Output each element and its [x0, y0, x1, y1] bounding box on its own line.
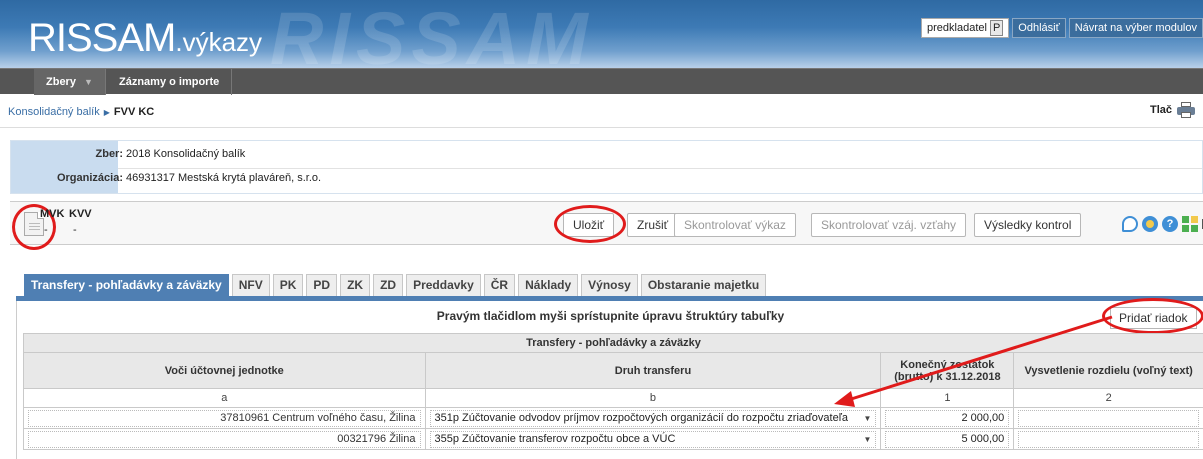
print-button[interactable]: Tlač — [1150, 102, 1195, 118]
note-field[interactable] — [1018, 430, 1199, 448]
divider — [118, 168, 1202, 169]
check-relations-button[interactable]: Skontrolovať vzáj. vzťahy — [811, 213, 967, 237]
brand-main: RISSAM — [28, 16, 176, 60]
zber-value: 2018 Konsolidačný balík — [126, 148, 246, 160]
print-label: Tlač — [1149, 104, 1172, 116]
annotation-circle-add-row — [1102, 298, 1203, 334]
tab-panel: Pravým tlačidlom myši sprístupnite úprav… — [16, 298, 1203, 459]
column-letter: 1 — [880, 388, 1015, 408]
history-icon[interactable] — [1142, 216, 1158, 232]
nav-zbery[interactable]: Zbery ▼ — [34, 69, 106, 95]
organization-label: Organizácia: — [56, 172, 123, 184]
organization-value: 46931317 Mestská krytá plaváreň, s.r.o. — [126, 172, 322, 184]
zber-label: Zber: — [95, 148, 124, 160]
transfer-type-value: 351p Zúčtovanie odvodov príjmov rozpočto… — [434, 411, 849, 424]
nav-zbery-label: Zbery — [46, 76, 76, 88]
column-letter: b — [424, 388, 882, 408]
brand-watermark: RISSAM — [270, 0, 594, 69]
tab-nfv[interactable]: NFV — [231, 274, 270, 296]
check-report-button[interactable]: Skontrolovať výkaz — [674, 213, 796, 237]
comment-icon[interactable] — [1122, 216, 1138, 232]
nav-zaznamy[interactable]: Záznamy o importe — [107, 69, 233, 95]
breadcrumb: Konsolidačný balík ▶ FVV KC — [8, 106, 154, 118]
tab-zd[interactable]: ZD — [373, 274, 404, 296]
dropdown-arrow-icon: ▼ — [863, 434, 872, 444]
header-actions: predkladatel P Odhlásiť Návrat na výber m… — [921, 18, 1203, 38]
check-results-button[interactable]: Výsledky kontrol — [974, 213, 1082, 237]
column-letter: a — [23, 388, 426, 408]
entity-field[interactable]: 00321796 Žilina — [28, 430, 421, 448]
app-logo: RISSAM.výkazy — [28, 14, 262, 66]
kvv-label: KVV — [69, 208, 92, 220]
printer-icon — [1177, 102, 1195, 118]
mvk-label: MVK — [40, 208, 65, 220]
report-info-panel: Zber: 2018 Konsolidačný balík Organizáci… — [10, 140, 1203, 194]
help-icon[interactable]: ? — [1162, 216, 1178, 232]
tab-preddavky[interactable]: Preddavky — [406, 274, 481, 296]
dropdown-arrow-icon: ▼ — [863, 413, 872, 423]
mvk-value: - — [44, 224, 48, 236]
cancel-button[interactable]: Zrušiť — [627, 213, 679, 237]
entity-field[interactable]: 37810961 Centrum voľného času, Žilina — [28, 409, 421, 427]
transfer-type-select[interactable]: 351p Zúčtovanie odvodov príjmov rozpočto… — [429, 409, 877, 427]
column-header-balance: Konečný zostatok (brutto) k 31.12.2018 — [880, 352, 1015, 389]
back-to-modules-button[interactable]: Návrat na výber modulov — [1068, 18, 1203, 38]
tab-transfery[interactable]: Transfery - pohľadávky a záväzky — [24, 274, 229, 296]
tab-pd[interactable]: PD — [306, 274, 338, 296]
report-tabs: Transfery - pohľadávky a záväzky NFV PK … — [24, 274, 767, 296]
user-icon: P — [989, 20, 1004, 36]
tab-pk[interactable]: PK — [272, 274, 304, 296]
transfer-type-select[interactable]: 355p Zúčtovanie transferov rozpočtu obce… — [429, 430, 877, 448]
divider — [0, 127, 1203, 128]
column-header-entity: Voči účtovnej jednotke — [23, 352, 426, 389]
column-header-note: Vysvetlenie rozdielu (voľný text) — [1013, 352, 1203, 389]
tab-zk[interactable]: ZK — [340, 274, 371, 296]
user-button[interactable]: predkladatel P — [921, 18, 1010, 38]
kvv-value: - — [73, 224, 77, 236]
column-header-transfer-type: Druh transferu — [424, 352, 882, 389]
table-row: 00321796 Žilina 355p Zúčtovanie transfer… — [23, 428, 1203, 450]
annotation-circle-save — [554, 205, 626, 243]
transfer-type-value: 355p Zúčtovanie transferov rozpočtu obce… — [434, 432, 676, 445]
balance-field[interactable]: 5 000,00 — [885, 430, 1010, 448]
tab-naklady[interactable]: Náklady — [518, 274, 579, 296]
toolbar-icons: ? — [1122, 216, 1203, 232]
tab-obstaranie-majetku[interactable]: Obstaranie majetku — [640, 274, 767, 296]
column-letter: 2 — [1013, 388, 1203, 408]
note-field[interactable] — [1018, 409, 1199, 427]
main-nav: Zbery ▼ Záznamy o importe — [0, 68, 1203, 95]
table-caption: Transfery - pohľadávky a záväzky — [23, 333, 1203, 353]
brand-sub: .výkazy — [175, 27, 263, 57]
layout-grid-icon[interactable] — [1182, 216, 1198, 232]
breadcrumb-parent-link[interactable]: Konsolidačný balík — [8, 106, 100, 118]
transfers-table: Transfery - pohľadávky a záväzky Voči úč… — [23, 333, 1203, 450]
tab-cr[interactable]: ČR — [483, 274, 516, 296]
tab-vynosy[interactable]: Výnosy — [581, 274, 638, 296]
logout-button[interactable]: Odhlásiť — [1012, 18, 1066, 38]
report-toolbar: MVK KVV - - Uložiť Zrušiť Skontrolovať v… — [10, 201, 1203, 250]
user-name: predkladatel — [927, 22, 987, 34]
chevron-down-icon: ▼ — [83, 77, 93, 87]
structure-hint: Pravým tlačidlom myši sprístupnite úprav… — [436, 309, 785, 323]
table-row: 37810961 Centrum voľného času, Žilina 35… — [23, 407, 1203, 429]
balance-field[interactable]: 2 000,00 — [885, 409, 1010, 427]
breadcrumb-current: FVV KC — [113, 106, 155, 118]
breadcrumb-separator-icon: ▶ — [103, 108, 110, 117]
app-header: RISSAM RISSAM.výkazy predkladatel P Odhlá… — [0, 0, 1203, 68]
